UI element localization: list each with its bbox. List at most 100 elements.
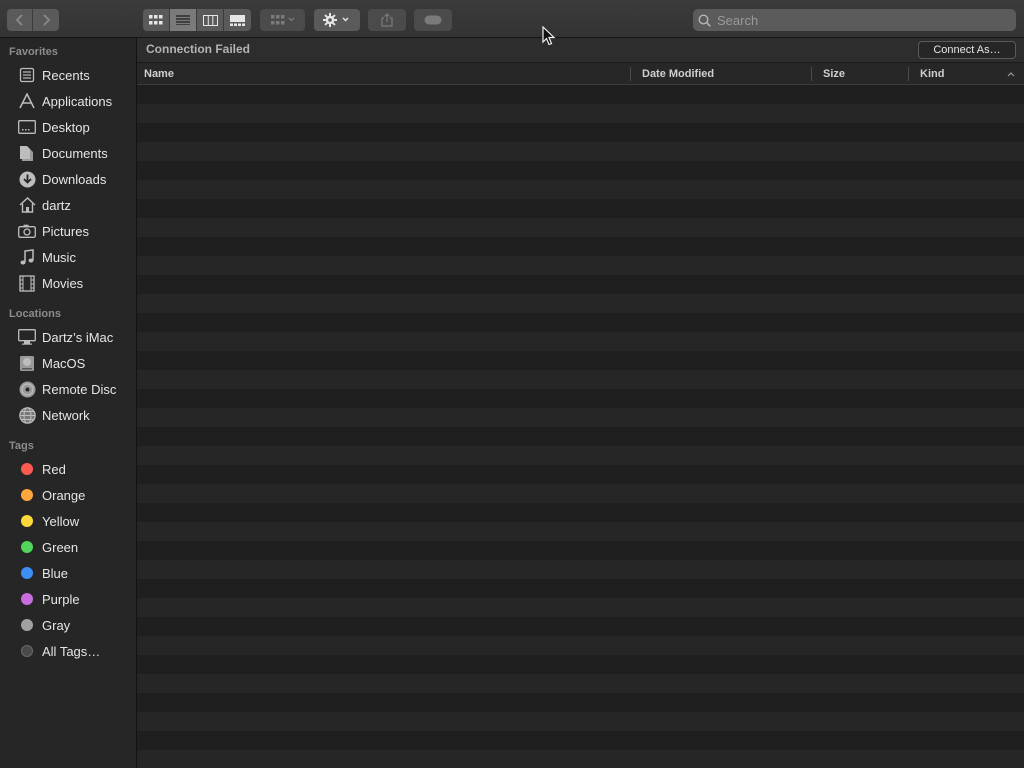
icon-view-button[interactable] [143, 9, 170, 31]
column-name[interactable]: Name [137, 63, 630, 85]
sidebar-item-label: Network [42, 407, 90, 423]
tag-dot-icon [18, 590, 36, 608]
home-icon [18, 196, 36, 214]
section-title-favorites: Favorites [9, 46, 58, 58]
sidebar-item-recents[interactable]: Recents [0, 63, 136, 87]
gear-icon [323, 13, 349, 27]
sidebar-item-tag-red[interactable]: Red [0, 457, 136, 481]
sidebar-item-dartz[interactable]: dartz [0, 193, 136, 217]
list-view-button[interactable] [170, 9, 197, 31]
applications-icon [18, 92, 36, 110]
chevron-right-icon [43, 14, 51, 26]
sidebar-item-label: Recents [42, 67, 90, 83]
sidebar-item-movies[interactable]: Movies [0, 271, 136, 295]
globe-icon [18, 406, 36, 424]
sidebar-item-imac[interactable]: Dartz’s iMac [0, 325, 136, 349]
imac-icon [18, 328, 36, 346]
tag-dot-icon [18, 460, 36, 478]
column-size[interactable]: Size [816, 63, 908, 85]
sidebar-item-tag-orange[interactable]: Orange [0, 483, 136, 507]
action-button[interactable] [314, 9, 360, 31]
hard-disk-icon [18, 354, 36, 372]
sidebar-item-label: Purple [42, 591, 80, 607]
sidebar-item-tag-blue[interactable]: Blue [0, 561, 136, 585]
sidebar-item-label: Green [42, 539, 79, 555]
sidebar-item-label: Gray [42, 617, 71, 633]
documents-icon [18, 144, 36, 162]
disc-icon [18, 380, 36, 398]
section-title-locations: Locations [9, 308, 61, 320]
sidebar-item-label: MacOS [42, 355, 86, 371]
sidebar-item-label: Documents [42, 145, 108, 161]
tag-dot-icon [18, 512, 36, 530]
column-date-modified[interactable]: Date Modified [635, 63, 811, 85]
film-icon [18, 274, 36, 292]
sidebar-item-label: dartz [42, 197, 71, 213]
view-mode-control [143, 9, 251, 31]
sidebar-item-tag-gray[interactable]: Gray [0, 613, 136, 637]
sidebar-item-label: Desktop [42, 119, 90, 135]
column-divider[interactable] [908, 67, 909, 81]
group-button[interactable] [260, 9, 305, 31]
sidebar-item-label: Orange [42, 487, 86, 503]
sidebar-item-label: Downloads [42, 171, 107, 187]
sidebar-item-music[interactable]: Music [0, 245, 136, 269]
sort-ascending-icon [1007, 72, 1015, 77]
sidebar-item-label: Remote Disc [42, 381, 117, 397]
sidebar-item-tag-purple[interactable]: Purple [0, 587, 136, 611]
back-button[interactable] [7, 9, 33, 31]
column-divider[interactable] [811, 67, 812, 81]
sidebar-item-label: Movies [42, 275, 84, 291]
group-grid-icon [270, 15, 294, 25]
section-title-tags: Tags [9, 440, 34, 452]
sidebar-item-pictures[interactable]: Pictures [0, 219, 136, 243]
share-button[interactable] [368, 9, 406, 31]
file-browser: Connection Failed Connect As… Name Date … [137, 38, 1024, 768]
tag-icon [424, 15, 442, 25]
downloads-icon [18, 170, 36, 188]
sidebar-item-tag-green[interactable]: Green [0, 535, 136, 559]
desktop-icon [18, 118, 36, 136]
sidebar-item-downloads[interactable]: Downloads [0, 167, 136, 191]
search-field[interactable] [693, 9, 1016, 31]
recents-icon [18, 66, 36, 84]
share-icon [381, 13, 393, 27]
status-bar: Connection Failed Connect As… [137, 38, 1024, 62]
tag-dot-icon [18, 616, 36, 634]
tags-button[interactable] [414, 9, 452, 31]
sidebar-item-label: All Tags… [42, 643, 101, 659]
chevron-left-icon [15, 14, 23, 26]
tag-dot-icon [18, 538, 36, 556]
search-icon [698, 13, 711, 27]
sidebar-item-network[interactable]: Network [0, 403, 136, 427]
sidebar-item-tag-yellow[interactable]: Yellow [0, 509, 136, 533]
sidebar-item-documents[interactable]: Documents [0, 141, 136, 165]
file-list[interactable] [137, 85, 1024, 768]
sidebar-item-label: Applications [42, 93, 113, 109]
columns-icon [202, 14, 218, 26]
tag-dot-icon [18, 564, 36, 582]
toolbar [0, 0, 1024, 38]
tag-dot-icon [18, 486, 36, 504]
gallery-icon [230, 14, 245, 26]
gallery-view-button[interactable] [224, 9, 251, 31]
column-view-button[interactable] [197, 9, 224, 31]
sidebar: Favorites Recents Applications Desktop D… [0, 38, 137, 768]
sidebar-item-all-tags[interactable]: All Tags… [0, 639, 136, 663]
sidebar-item-label: Yellow [42, 513, 80, 529]
sidebar-item-label: Blue [42, 565, 69, 581]
sidebar-item-label: Pictures [42, 223, 89, 239]
sidebar-item-label: Red [42, 461, 66, 477]
grid-icon [149, 15, 163, 25]
sidebar-item-remote-disc[interactable]: Remote Disc [0, 377, 136, 401]
connect-as-button[interactable]: Connect As… [918, 41, 1016, 59]
column-divider[interactable] [630, 67, 631, 81]
column-kind[interactable]: Kind [913, 63, 1003, 85]
sidebar-item-macos[interactable]: MacOS [0, 351, 136, 375]
forward-button[interactable] [33, 9, 59, 31]
sidebar-item-applications[interactable]: Applications [0, 89, 136, 113]
sidebar-item-desktop[interactable]: Desktop [0, 115, 136, 139]
search-input[interactable] [717, 12, 997, 28]
list-icon [176, 15, 190, 25]
connection-status: Connection Failed [146, 42, 251, 56]
